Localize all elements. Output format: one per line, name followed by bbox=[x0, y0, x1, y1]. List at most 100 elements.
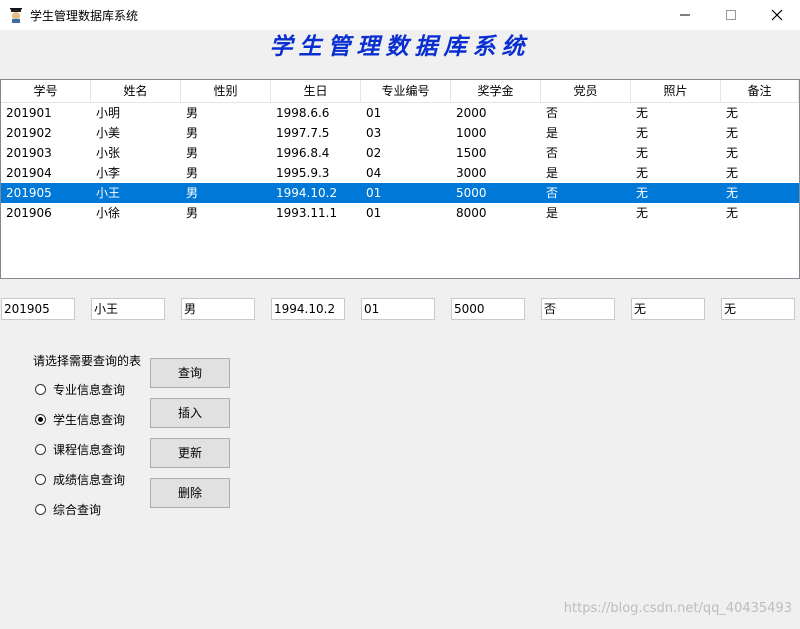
table-cell: 1996.8.4 bbox=[276, 146, 330, 160]
maximize-icon bbox=[726, 10, 736, 20]
minimize-icon bbox=[680, 14, 690, 16]
scholarship-field[interactable]: 5000 bbox=[451, 298, 525, 320]
table-cell: 201905 bbox=[6, 186, 52, 200]
photo-field[interactable]: 无 bbox=[631, 298, 705, 320]
table-cell: 男 bbox=[186, 206, 199, 220]
student-grid[interactable]: 学号 姓名 性别 生日 专业编号 奖学金 党员 照片 备注 201901 小明男 1998.6.6 0… bbox=[0, 79, 800, 279]
column-header[interactable]: 照片 bbox=[631, 80, 721, 102]
table-cell: 201906 bbox=[6, 206, 52, 220]
table-row[interactable]: 201901 小明 男 1998.6.6 01 2000 否 无 无 bbox=[1, 103, 799, 123]
table-cell: 无 bbox=[726, 206, 739, 220]
minimize-button[interactable] bbox=[662, 0, 708, 30]
table-cell: 是 bbox=[546, 206, 559, 220]
table-cell: 无 bbox=[636, 166, 649, 180]
student-app-icon bbox=[8, 7, 24, 23]
table-cell: 男 bbox=[186, 186, 199, 200]
table-cell: 2000 bbox=[456, 106, 487, 120]
table-cell: 5000 bbox=[456, 186, 487, 200]
table-cell: 否 bbox=[546, 146, 559, 160]
column-header[interactable]: 专业编号 bbox=[361, 80, 451, 102]
major-id-field[interactable]: 01 bbox=[361, 298, 435, 320]
radio-label: 学生信息查询 bbox=[53, 412, 126, 427]
student-info-radio[interactable]: 学生信息查询 bbox=[35, 411, 125, 427]
table-cell: 小张 bbox=[96, 146, 121, 160]
close-button[interactable] bbox=[754, 0, 800, 30]
table-cell: 小明 bbox=[96, 106, 121, 120]
watermark: https://blog.csdn.net/qq_40435493 bbox=[563, 601, 792, 616]
table-cell: 01 bbox=[366, 206, 382, 220]
column-header[interactable]: 党员 bbox=[541, 80, 631, 102]
maximize-button[interactable] bbox=[708, 0, 754, 30]
column-header[interactable]: 姓名 bbox=[91, 80, 181, 102]
table-cell: 03 bbox=[366, 126, 382, 140]
column-header[interactable]: 性别 bbox=[181, 80, 271, 102]
close-icon bbox=[771, 9, 783, 21]
table-cell: 无 bbox=[726, 146, 739, 160]
table-cell: 02 bbox=[366, 146, 382, 160]
remark-field[interactable]: 无 bbox=[721, 298, 795, 320]
table-cell: 是 bbox=[546, 126, 559, 140]
score-info-radio[interactable]: 成绩信息查询 bbox=[35, 471, 125, 487]
table-cell: 是 bbox=[546, 166, 559, 180]
table-row[interactable]: 201904 小李 男 1995.9.3 04 3000 是 无 无 bbox=[1, 163, 799, 183]
table-cell: 01 bbox=[366, 106, 382, 120]
table-cell: 无 bbox=[636, 146, 649, 160]
table-cell: 1993.11.1 bbox=[276, 206, 338, 220]
table-cell: 201901 bbox=[6, 106, 52, 120]
table-cell: 04 bbox=[366, 166, 382, 180]
delete-button[interactable]: 删除 bbox=[150, 478, 230, 508]
table-cell: 无 bbox=[726, 106, 739, 120]
table-cell: 201902 bbox=[6, 126, 52, 140]
course-info-radio[interactable]: 课程信息查询 bbox=[35, 441, 125, 457]
table-cell: 无 bbox=[726, 166, 739, 180]
radio-circle[interactable] bbox=[35, 473, 46, 485]
table-cell: 无 bbox=[636, 126, 649, 140]
table-row[interactable]: 201906 小徐 男 1993.11.1 01 8000 是 无 无 bbox=[1, 203, 799, 223]
table-cell: 1000 bbox=[456, 126, 487, 140]
radio-label: 专业信息查询 bbox=[53, 382, 126, 397]
insert-button[interactable]: 插入 bbox=[150, 398, 230, 428]
table-cell: 小美 bbox=[96, 126, 121, 140]
name-field[interactable]: 小王 bbox=[91, 298, 165, 320]
radio-label: 成绩信息查询 bbox=[53, 472, 126, 487]
radio-circle[interactable] bbox=[35, 443, 46, 455]
table-row[interactable]: 201903 小张 男 1996.8.4 02 1500 否 无 无 bbox=[1, 143, 799, 163]
table-cell: 男 bbox=[186, 166, 199, 180]
table-cell: 男 bbox=[186, 146, 199, 160]
radio-label: 课程信息查询 bbox=[53, 442, 126, 457]
table-row[interactable]: 201902 小美 男 1997.7.5 03 1000 是 无 无 bbox=[1, 123, 799, 143]
table-row-selected[interactable]: 201905 小王 男 1994.10.2 01 5000 否 无 无 bbox=[1, 183, 799, 203]
birthday-field[interactable]: 1994.10.2 bbox=[271, 298, 345, 320]
column-header[interactable]: 学号 bbox=[1, 80, 91, 102]
table-cell: 无 bbox=[726, 126, 739, 140]
table-cell: 无 bbox=[636, 206, 649, 220]
table-cell: 01 bbox=[366, 186, 382, 200]
table-cell: 1995.9.3 bbox=[276, 166, 330, 180]
table-cell: 1994.10.2 bbox=[276, 186, 338, 200]
table-cell: 小徐 bbox=[96, 206, 121, 220]
update-button[interactable]: 更新 bbox=[150, 438, 230, 468]
party-member-field[interactable]: 否 bbox=[541, 298, 615, 320]
table-cell: 3000 bbox=[456, 166, 487, 180]
table-cell: 201903 bbox=[6, 146, 52, 160]
combined-query-radio[interactable]: 综合查询 bbox=[35, 501, 101, 517]
table-cell: 否 bbox=[546, 106, 559, 120]
table-cell: 男 bbox=[186, 106, 199, 120]
query-button[interactable]: 查询 bbox=[150, 358, 230, 388]
radio-circle[interactable] bbox=[35, 383, 46, 395]
table-cell: 男 bbox=[186, 126, 199, 140]
table-cell: 无 bbox=[726, 186, 739, 200]
column-header[interactable]: 生日 bbox=[271, 80, 361, 102]
table-cell: 1500 bbox=[456, 146, 487, 160]
major-info-radio[interactable]: 专业信息查询 bbox=[35, 381, 125, 397]
table-cell: 小王 bbox=[96, 186, 121, 200]
column-header[interactable]: 备注 bbox=[721, 80, 799, 102]
radio-circle[interactable] bbox=[35, 413, 46, 425]
student-id-field[interactable]: 201905 bbox=[1, 298, 75, 320]
radio-circle[interactable] bbox=[35, 503, 46, 515]
gender-field[interactable]: 男 bbox=[181, 298, 255, 320]
table-cell: 无 bbox=[636, 186, 649, 200]
table-cell: 201904 bbox=[6, 166, 52, 180]
table-cell: 无 bbox=[636, 106, 649, 120]
column-header[interactable]: 奖学金 bbox=[451, 80, 541, 102]
